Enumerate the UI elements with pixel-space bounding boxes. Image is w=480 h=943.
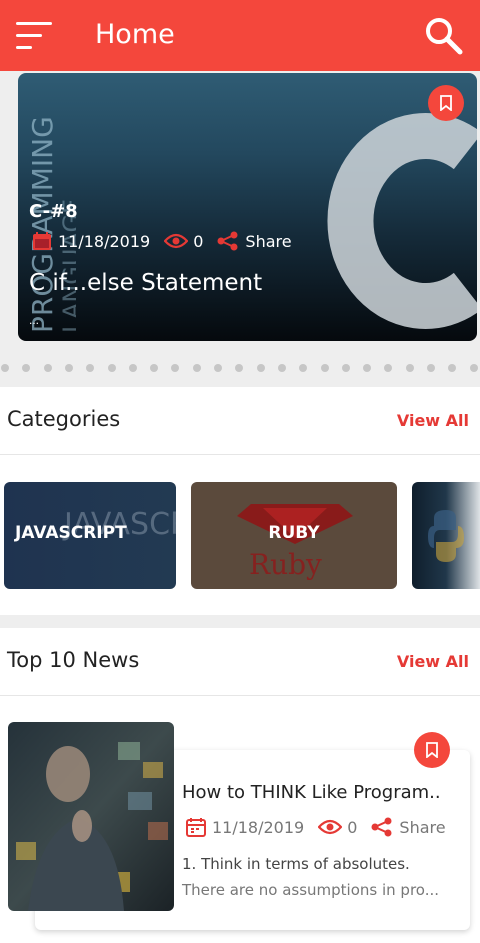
pager-dot[interactable] xyxy=(1,364,9,372)
category-card-ruby[interactable]: Ruby RUBY xyxy=(191,482,397,589)
app-bar: Home xyxy=(0,0,480,71)
hero-image-vertical-text-1: PROGRAMMING xyxy=(26,116,59,333)
pager-dot[interactable] xyxy=(192,364,201,372)
news-excerpt-line-2: There are no assumptions in pro... xyxy=(182,881,440,899)
python-logo-icon xyxy=(428,510,464,562)
top-news-view-all-link[interactable]: View All xyxy=(397,652,469,671)
page-title: Home xyxy=(95,19,175,50)
pager-dot[interactable] xyxy=(320,364,329,372)
pager-dot[interactable] xyxy=(64,364,73,372)
divider xyxy=(0,695,480,696)
pager-dot[interactable] xyxy=(299,364,308,372)
pager-dot[interactable] xyxy=(427,364,435,372)
news-title[interactable]: How to THINK Like Program.. xyxy=(182,782,441,803)
pager-dot[interactable] xyxy=(86,364,95,372)
bookmark-icon[interactable] xyxy=(428,85,464,121)
slider-pager xyxy=(0,362,480,374)
category-label-javascript: JAVASCRIPT xyxy=(15,523,127,543)
news-meta: 11/18/2019 0 Share xyxy=(186,817,446,837)
app-root: Home PROGRAMMING LANGUAGE C-#8 11/18/201… xyxy=(0,0,480,943)
pager-dot[interactable] xyxy=(43,364,52,372)
news-date: 11/18/2019 xyxy=(212,817,305,837)
hero-share-label[interactable]: Share xyxy=(245,232,291,251)
hamburger-menu-icon[interactable] xyxy=(16,20,54,52)
pager-dot[interactable] xyxy=(214,364,222,372)
hero-title[interactable]: C if...else Statement xyxy=(29,270,262,296)
pager-dot[interactable] xyxy=(448,364,457,372)
news-share-label[interactable]: Share xyxy=(399,818,445,837)
divider xyxy=(0,454,480,455)
pager-dot[interactable] xyxy=(150,364,159,372)
share-icon[interactable] xyxy=(371,817,393,837)
hero-excerpt: ... xyxy=(29,313,40,327)
pager-dot[interactable] xyxy=(363,364,372,372)
category-label-ruby: RUBY xyxy=(268,523,320,543)
hero-views: 0 xyxy=(193,231,204,251)
pager-dot[interactable] xyxy=(277,364,286,372)
news-views: 0 xyxy=(347,817,358,837)
category-card-javascript[interactable]: JAVASCRIPT JAVASCRIPT xyxy=(4,482,176,589)
pager-dot[interactable] xyxy=(405,364,414,372)
hero-category-tag: C-#8 xyxy=(29,201,78,222)
news-thumbnail-image[interactable] xyxy=(8,722,174,911)
hero-meta: 11/18/2019 0 Share xyxy=(32,231,292,251)
hero-image-c-letter xyxy=(327,113,477,329)
categories-view-all-link[interactable]: View All xyxy=(397,411,469,430)
ruby-bg-text: Ruby xyxy=(249,548,322,581)
calendar-icon xyxy=(186,817,206,837)
bookmark-icon[interactable] xyxy=(414,732,450,768)
category-card-python[interactable] xyxy=(412,482,480,589)
news-excerpt-line-1: 1. Think in terms of absolutes. xyxy=(182,855,410,873)
hero-date: 11/18/2019 xyxy=(58,231,151,251)
featured-post-card[interactable]: PROGRAMMING LANGUAGE C-#8 11/18/2019 0 S… xyxy=(18,73,477,341)
search-icon[interactable] xyxy=(422,14,466,58)
top-news-title: Top 10 News xyxy=(7,648,140,672)
pager-dot[interactable] xyxy=(107,364,116,372)
pager-dot[interactable] xyxy=(341,364,350,372)
pager-dot[interactable] xyxy=(128,364,137,372)
calendar-icon xyxy=(32,231,52,251)
eye-icon xyxy=(164,233,189,249)
pager-dot[interactable] xyxy=(469,364,478,372)
share-icon[interactable] xyxy=(217,231,239,251)
eye-icon xyxy=(318,819,343,835)
categories-title: Categories xyxy=(7,407,121,431)
pager-dot[interactable] xyxy=(256,364,265,372)
pager-dot[interactable] xyxy=(384,364,393,372)
pager-dot[interactable] xyxy=(171,364,180,372)
pager-dot[interactable] xyxy=(235,364,244,372)
pager-dot[interactable] xyxy=(22,364,31,372)
